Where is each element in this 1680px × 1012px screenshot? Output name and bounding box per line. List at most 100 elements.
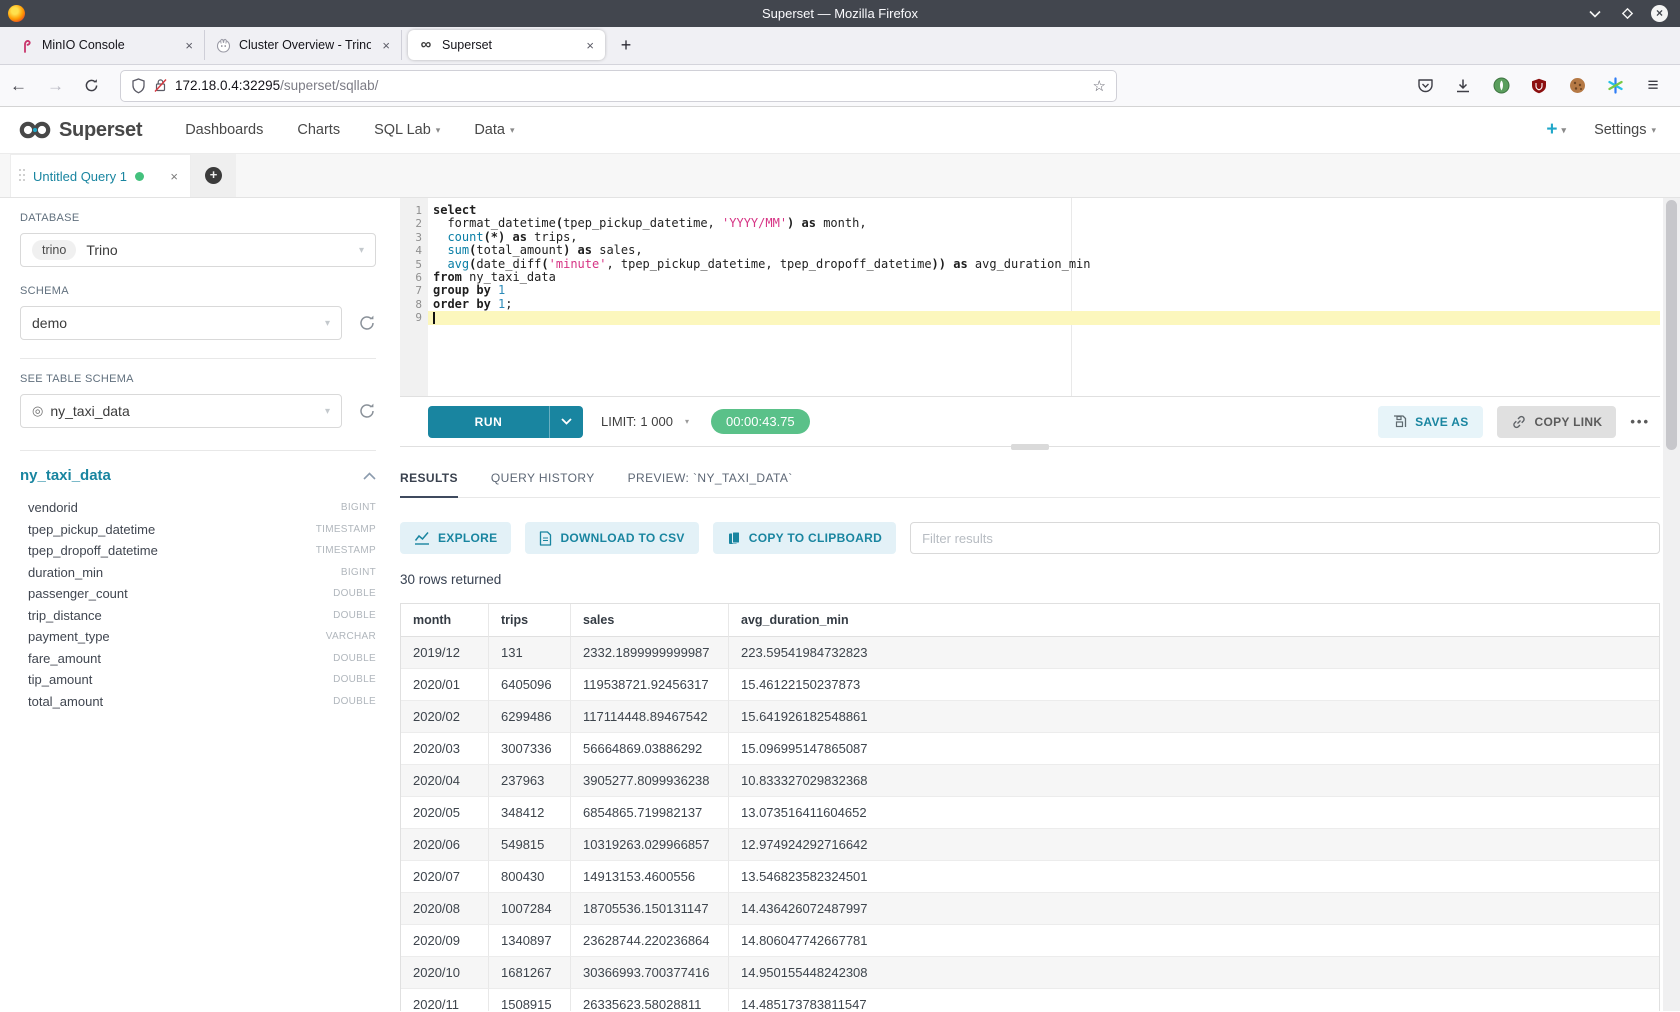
table-cell: 2020/05: [401, 797, 489, 829]
add-new-button[interactable]: +▾: [1546, 119, 1566, 141]
browser-tab-cluster-overview-trino[interactable]: Cluster Overview - Trino×: [205, 30, 402, 60]
cookie-icon[interactable]: [1568, 77, 1586, 95]
query-tab-untitled-1[interactable]: Untitled Query 1 ×: [10, 154, 191, 197]
results-pane: RESULTS QUERY HISTORY PREVIEW: `NY_TAXI_DA…: [400, 447, 1660, 1011]
back-button[interactable]: ←: [0, 76, 37, 96]
column-type: DOUBLE: [333, 653, 376, 664]
results-tab-preview-ny-taxi-data[interactable]: PREVIEW: `NY_TAXI_DATA`: [628, 471, 793, 497]
table-column-row: payment_typeVARCHAR: [20, 626, 376, 648]
code-line-6[interactable]: from ny_taxi_data: [428, 271, 1660, 284]
run-options-caret[interactable]: [550, 406, 583, 438]
nav-item-charts[interactable]: Charts: [280, 122, 357, 138]
window-close-button[interactable]: ×: [1651, 5, 1668, 22]
table-select[interactable]: ◎ ny_taxi_data ▾: [20, 394, 342, 428]
table-cell: 3905277.8099936238: [571, 765, 729, 797]
forward-button[interactable]: →: [37, 76, 74, 96]
downloads-icon[interactable]: [1454, 77, 1472, 95]
column-header-month[interactable]: month: [401, 604, 489, 637]
collapse-table-icon[interactable]: [363, 472, 376, 480]
table-name-heading[interactable]: ny_taxi_data: [20, 467, 111, 484]
superset-logo[interactable]: Superset: [18, 119, 142, 142]
column-type: DOUBLE: [333, 674, 376, 685]
table-cell: 1007284: [489, 893, 571, 925]
code-line-8[interactable]: order by 1;: [428, 298, 1660, 311]
schema-select[interactable]: demo ▾: [20, 306, 342, 340]
code-line-2[interactable]: format_datetime(tpep_pickup_datetime, 'Y…: [428, 217, 1660, 230]
bookmark-star-icon[interactable]: ☆: [1093, 77, 1106, 95]
refresh-schema-icon[interactable]: [342, 314, 376, 332]
code-line-3[interactable]: count(*) as trips,: [428, 231, 1660, 244]
drag-handle-icon[interactable]: [19, 169, 25, 183]
caret-down-icon: ▾: [1651, 125, 1656, 136]
code-line-4[interactable]: sum(total_amount) as sales,: [428, 244, 1660, 257]
database-label: DATABASE: [20, 212, 376, 224]
line-number: 9: [400, 311, 428, 324]
tab-close-icon[interactable]: ×: [379, 38, 393, 53]
hamburger-menu-icon[interactable]: ≡: [1644, 77, 1662, 95]
pane-resize-handle[interactable]: [1011, 444, 1049, 450]
table-cell: 14.436426072487997: [729, 893, 1659, 925]
table-row: 2020/08100728418705536.15013114714.43642…: [401, 893, 1659, 925]
query-tab-close-icon[interactable]: ×: [170, 169, 178, 184]
copy-clipboard-button[interactable]: COPY TO CLIPBOARD: [713, 522, 896, 554]
results-tab-query-history[interactable]: QUERY HISTORY: [491, 471, 595, 497]
main-nav: Dashboards Charts SQL Lab▾Data▾: [168, 122, 531, 138]
pocket-icon[interactable]: [1416, 77, 1434, 95]
nav-item-dashboards[interactable]: Dashboards: [168, 122, 280, 138]
code-line-7[interactable]: group by 1: [428, 284, 1660, 297]
page-scrollbar[interactable]: [1663, 198, 1680, 1011]
nav-item-label: Charts: [297, 122, 340, 138]
table-column-row: passenger_countDOUBLE: [20, 583, 376, 605]
ublock-icon[interactable]: [1530, 77, 1548, 95]
lock-disabled-icon[interactable]: [154, 78, 167, 93]
filter-results-input[interactable]: [910, 522, 1660, 554]
code-line-1[interactable]: select: [428, 204, 1660, 217]
add-query-tab-button[interactable]: +: [191, 154, 236, 197]
table-cell: 2020/01: [401, 669, 489, 701]
table-cell: 131: [489, 637, 571, 669]
line-number: 8: [400, 298, 428, 311]
column-header-trips[interactable]: trips: [489, 604, 571, 637]
limit-dropdown[interactable]: LIMIT: 1 000 ▾: [601, 414, 689, 429]
shield-icon[interactable]: [131, 78, 146, 94]
more-options-icon[interactable]: •••: [1630, 414, 1650, 429]
settings-menu[interactable]: Settings▾: [1594, 122, 1656, 138]
nav-item-data[interactable]: Data▾: [457, 122, 531, 138]
sql-editor[interactable]: 123456789 select format_datetime(tpep_pi…: [400, 198, 1660, 397]
column-type: DOUBLE: [333, 696, 376, 707]
run-button[interactable]: RUN: [428, 406, 583, 438]
refresh-table-icon[interactable]: [342, 402, 376, 420]
explore-button[interactable]: EXPLORE: [400, 522, 511, 554]
window-maximize-button[interactable]: [1619, 6, 1635, 22]
results-tab-results[interactable]: RESULTS: [400, 471, 458, 497]
window-minimize-button[interactable]: [1587, 6, 1603, 22]
browser-tab-superset[interactable]: ∞Superset×: [408, 30, 605, 60]
results-table: monthtripssalesavg_duration_min2019/1213…: [400, 603, 1660, 1011]
new-browser-tab-button[interactable]: +: [611, 30, 641, 60]
table-column-row: tpep_pickup_datetimeTIMESTAMP: [20, 519, 376, 541]
table-cell: 10.833327029832368: [729, 765, 1659, 797]
browser-tab-minio-console[interactable]: MinIO Console×: [8, 30, 205, 60]
extension-asterisk-icon[interactable]: [1606, 77, 1624, 95]
table-row: 2020/0780043014913153.460055613.54682358…: [401, 861, 1659, 893]
save-as-button[interactable]: SAVE AS: [1378, 406, 1482, 438]
database-select[interactable]: trino Trino ▾: [20, 233, 376, 267]
download-csv-button[interactable]: DOWNLOAD TO CSV: [525, 522, 698, 554]
scrollbar-thumb[interactable]: [1666, 200, 1677, 450]
url-field[interactable]: 172.18.0.4:32295/superset/sqllab/ ☆: [121, 71, 1116, 101]
table-cell: 13.546823582324501: [729, 861, 1659, 893]
copy-link-button[interactable]: COPY LINK: [1497, 406, 1617, 438]
nav-item-sql-lab[interactable]: SQL Lab▾: [357, 122, 457, 138]
editor-code[interactable]: select format_datetime(tpep_pickup_datet…: [428, 198, 1660, 396]
code-line-5[interactable]: avg(date_diff('minute', tpep_pickup_date…: [428, 258, 1660, 271]
table-column-row: vendoridBIGINT: [20, 497, 376, 519]
tab-close-icon[interactable]: ×: [583, 38, 597, 53]
column-header-avg_duration_min[interactable]: avg_duration_min: [729, 604, 1659, 637]
code-line-9[interactable]: [428, 311, 1660, 324]
tab-close-icon[interactable]: ×: [182, 38, 196, 53]
clipboard-icon: [727, 531, 741, 546]
divider: [20, 358, 376, 359]
reload-button[interactable]: [74, 78, 109, 93]
privacy-badger-icon[interactable]: [1492, 77, 1510, 95]
column-header-sales[interactable]: sales: [571, 604, 729, 637]
